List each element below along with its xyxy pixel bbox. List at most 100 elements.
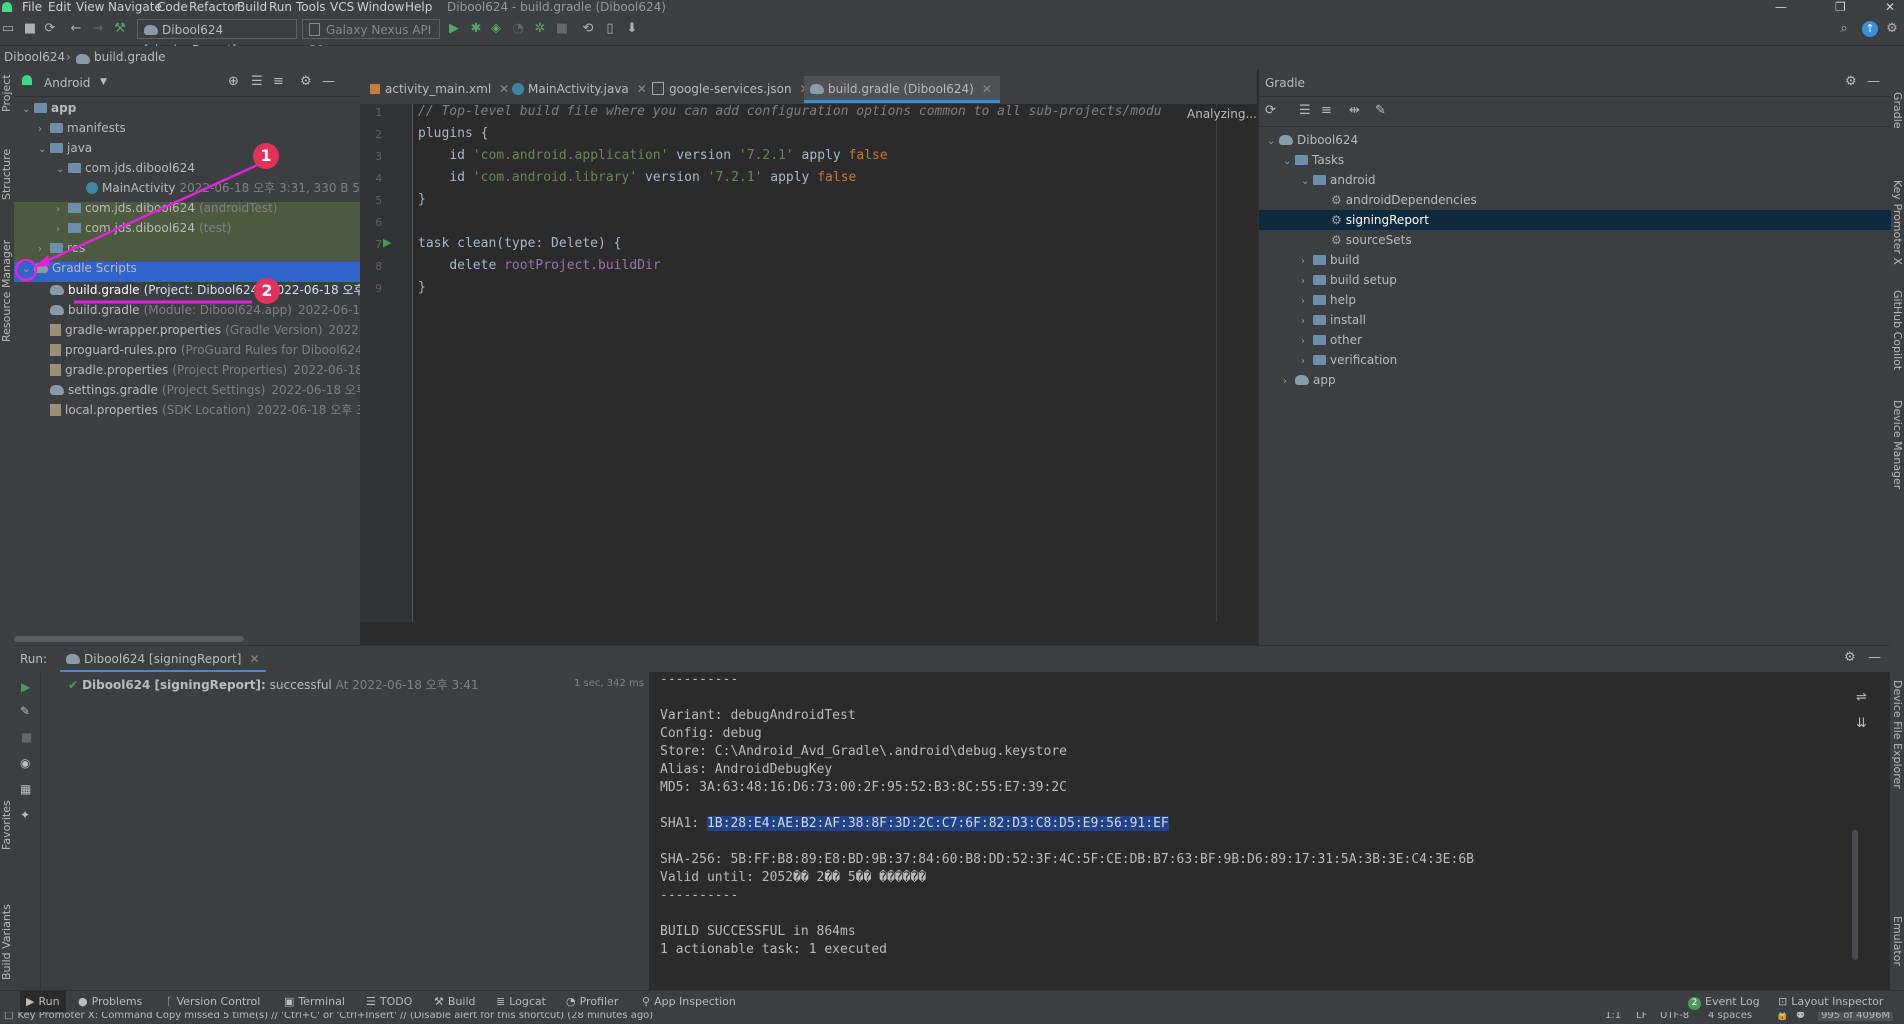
bottom-tab-run[interactable]: ▶ Run (20, 991, 66, 1013)
bottom-tab-logcat[interactable]: ≣ Logcat (496, 991, 546, 1013)
run-config-select[interactable]: Dibool624 [signingReport]▼ (137, 19, 297, 57)
close-tab-icon[interactable]: ✕ (499, 82, 509, 96)
eye-icon[interactable]: ◉ (20, 756, 30, 770)
gradle-tree-item[interactable]: › build (1301, 250, 1360, 270)
menu-navigate[interactable]: Navigate (108, 0, 162, 15)
layout-icon[interactable]: ▦ (20, 782, 31, 796)
menu-window[interactable]: Window (357, 0, 404, 15)
project-tree-item[interactable]: MainActivity 2022-06-18 오후 3:31, 330 B 5 … (74, 178, 360, 198)
tool-window-key-promoter[interactable]: Key Promoter X (1891, 180, 1904, 265)
soft-wrap-icon[interactable]: ⇌ (1856, 690, 1867, 705)
layout-inspector-button[interactable]: ⊡ Layout Inspector (1778, 991, 1883, 1013)
settings-icon[interactable]: ⚙ (1884, 21, 1900, 37)
project-tree-item[interactable]: ⌄ Gradle Scripts (22, 258, 147, 278)
project-tree-item[interactable]: settings.gradle (Project Settings) 2022-06… (38, 380, 360, 400)
gradle-sync-icon[interactable]: ⟲ (580, 21, 596, 37)
sdk-manager-icon[interactable]: ⬇ (624, 21, 640, 37)
gradle-tree-item[interactable]: › verification (1301, 350, 1397, 370)
debug-icon[interactable]: ✱ (468, 21, 484, 37)
project-tree-item[interactable]: › com.jds.dibool624 (test) (56, 218, 237, 238)
lock-icon[interactable]: 🔒 (1776, 1012, 1788, 1021)
tool-window-gradle[interactable]: Gradle (1891, 92, 1904, 129)
chevron-down-icon[interactable]: ⌄ (1301, 172, 1313, 192)
memory-indicator[interactable]: 995 of 4096M (1818, 1012, 1894, 1021)
rerun-icon[interactable]: ▶ (21, 680, 30, 694)
stop-icon[interactable]: ■ (21, 730, 32, 744)
chevron-right-icon[interactable]: › (1301, 352, 1313, 372)
project-tree-item[interactable]: › res (38, 238, 95, 258)
tool-window-github-copilot[interactable]: GitHub Copilot (1891, 290, 1904, 370)
project-tree-item[interactable]: local.properties (SDK Location) 2022-06-18… (38, 400, 360, 420)
close-tab-icon[interactable]: ✕ (982, 82, 992, 96)
file-encoding[interactable]: UTF-8 (1660, 1012, 1689, 1021)
project-tree-item[interactable]: ⌄ app (22, 98, 86, 118)
run-tab[interactable]: Dibool624 [signingReport] ✕ (60, 648, 266, 672)
device-select[interactable]: Galaxy Nexus API 30▼ (302, 19, 440, 57)
tool-window-resource-manager[interactable]: Resource Manager (0, 240, 13, 342)
gear-icon[interactable]: ⚙ (1844, 650, 1856, 665)
search-icon[interactable]: ⌕ (1836, 21, 1852, 37)
stop-icon[interactable]: ■ (554, 21, 570, 37)
menu-build[interactable]: Build (237, 0, 267, 15)
sync-icon[interactable]: ⟳ (42, 21, 58, 37)
save-icon[interactable]: ■ (22, 21, 38, 37)
indent-setting[interactable]: 4 spaces (1708, 1012, 1752, 1021)
project-tree-item[interactable]: build.gradle (Project: Dibool624) 2022-06-… (38, 280, 360, 300)
chevron-right-icon[interactable]: › (38, 120, 50, 140)
breadcrumb-file[interactable]: build.gradle (94, 50, 166, 64)
menu-file[interactable]: File (22, 0, 42, 15)
project-tree-item[interactable]: ⌄ com.jds.dibool624 (56, 158, 205, 178)
console-scrollbar[interactable] (1852, 830, 1858, 960)
minimize-icon[interactable]: — (1775, 0, 1787, 15)
scroll-to-end-icon[interactable]: ⇊ (1856, 716, 1867, 731)
chevron-down-icon[interactable]: ⌄ (1283, 152, 1295, 172)
gradle-tree-item[interactable]: ⌄ Tasks (1283, 150, 1344, 170)
gradle-tree-item[interactable]: ⚙ androidDependencies (1319, 190, 1477, 210)
project-tree-item[interactable]: › manifests (38, 118, 136, 138)
restore-icon[interactable]: ❐ (1835, 0, 1846, 15)
gradle-tree-item[interactable]: › install (1301, 310, 1366, 330)
tab-google-services-json[interactable]: google-services.json✕ (652, 76, 810, 102)
update-icon[interactable]: ↑ (1862, 21, 1878, 37)
project-tree-item[interactable]: gradle-wrapper.properties (Gradle Version… (38, 320, 360, 340)
close-tab-icon[interactable]: ✕ (637, 82, 647, 96)
chevron-right-icon[interactable]: › (56, 200, 68, 220)
chevron-right-icon[interactable]: › (1301, 332, 1313, 352)
wrench-icon[interactable]: ✎ (20, 704, 30, 718)
open-folder-icon[interactable]: ▭ (0, 21, 16, 37)
menu-vcs[interactable]: VCS (330, 0, 354, 15)
event-log-button[interactable]: 2 Event Log (1688, 991, 1760, 1013)
gradle-tree-item[interactable]: ⌄ android (1301, 170, 1376, 190)
profile-icon[interactable]: ◔ (510, 21, 526, 37)
bottom-tab-problems[interactable]: ● Problems (78, 991, 142, 1013)
chevron-right-icon[interactable]: › (1283, 372, 1295, 392)
tab-build-gradle-active[interactable]: build.gradle (Dibool624) ✕ (804, 76, 1000, 103)
chevron-right-icon[interactable]: › (1301, 312, 1313, 332)
gradle-tree-item[interactable]: ⚙ sourceSets (1319, 230, 1412, 250)
tool-window-favorites[interactable]: Favorites (0, 800, 13, 850)
menu-edit[interactable]: Edit (48, 0, 71, 15)
menu-refactor[interactable]: Refactor (189, 0, 239, 15)
chevron-down-icon[interactable]: ⌄ (1267, 132, 1279, 152)
tool-window-device-manager[interactable]: Device Manager (1891, 400, 1904, 489)
project-tree-item[interactable]: › com.jds.dibool624 (androidTest) (56, 198, 284, 218)
menu-code[interactable]: Code (157, 0, 188, 15)
tool-window-build-variants[interactable]: Build Variants (0, 904, 13, 980)
line-separator[interactable]: LF (1636, 1012, 1647, 1021)
hide-icon[interactable]: — (1868, 650, 1881, 665)
chevron-right-icon[interactable]: › (38, 240, 50, 260)
chevron-down-icon[interactable]: ⌄ (56, 160, 68, 180)
close-icon[interactable]: ✕ (1885, 0, 1895, 15)
copilot-icon[interactable]: ⚉ (1796, 1012, 1805, 1021)
horizontal-scrollbar[interactable] (14, 636, 244, 642)
project-tree-item[interactable]: gradle.properties (Project Properties) 202… (38, 360, 360, 380)
tab-mainactivity-java[interactable]: MainActivity.java ✕ (512, 76, 647, 102)
pin-icon[interactable]: ✦ (20, 808, 30, 822)
run-icon[interactable]: ▶ (446, 21, 462, 37)
bottom-tab-app-inspection[interactable]: ⚲ App Inspection (642, 991, 736, 1013)
gradle-tree-item[interactable]: › other (1301, 330, 1362, 350)
tab-activity-main-xml[interactable]: activity_main.xml ✕ (370, 76, 509, 102)
menu-help[interactable]: Help (405, 0, 432, 15)
status-message[interactable]: □ Key Promoter X: Command Copy missed 5 t… (4, 1012, 653, 1021)
attach-debugger-icon[interactable]: ✲ (532, 21, 548, 37)
